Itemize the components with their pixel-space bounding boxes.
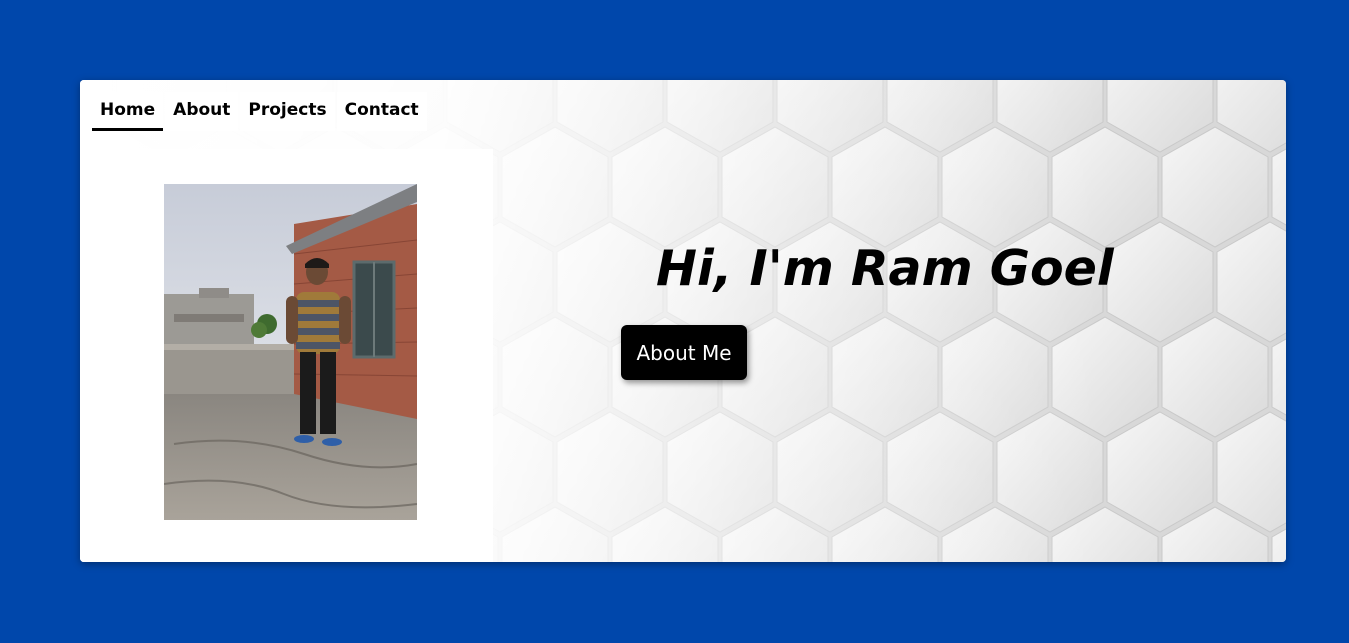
profile-photo xyxy=(164,184,417,520)
about-me-button[interactable]: About Me xyxy=(621,325,747,380)
nav-contact-link[interactable]: Contact xyxy=(336,92,427,131)
nav-home-link[interactable]: Home xyxy=(92,92,164,131)
nav-about-link[interactable]: About xyxy=(165,92,239,131)
profile-photo-panel xyxy=(80,149,493,562)
top-navigation: Home About Projects Contact xyxy=(92,92,427,131)
nav-projects-link[interactable]: Projects xyxy=(240,92,335,131)
hero-card: Home About Projects Contact Hi, I'm Ram … xyxy=(80,80,1286,562)
hero-title: Hi, I'm Ram Goel xyxy=(656,240,1114,297)
